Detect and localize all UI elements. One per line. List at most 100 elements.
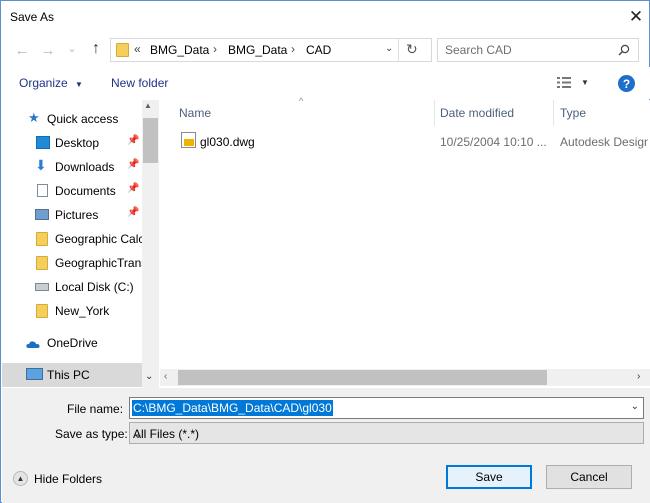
chevron-down-icon: ⌄ xyxy=(133,427,144,441)
chevron-down-icon: ⌄ xyxy=(67,42,77,55)
column-header-type[interactable]: Type xyxy=(560,106,586,120)
sidebar-item-label: This PC xyxy=(47,368,90,382)
file-type-cell: Autodesk Design xyxy=(560,135,648,149)
search-box[interactable]: Search CAD xyxy=(437,38,639,62)
folder-icon xyxy=(36,232,48,246)
arrow-up-icon: ↑ xyxy=(92,40,100,57)
sidebar-item-desktop[interactable]: Desktop 📌 xyxy=(2,131,142,155)
sidebar-item-label: Quick access xyxy=(47,112,119,126)
save-as-type-select[interactable]: All Files (*.*) ⌄ xyxy=(129,422,644,444)
help-button[interactable]: ? xyxy=(618,75,635,92)
window-title: Save As xyxy=(10,10,55,24)
scroll-left-icon[interactable]: ‹ xyxy=(164,371,167,382)
folder-icon xyxy=(36,256,48,270)
sidebar-item-onedrive[interactable]: OneDrive xyxy=(2,331,142,355)
divider xyxy=(398,39,399,61)
desktop-icon xyxy=(36,136,50,149)
arrow-right-icon: → xyxy=(40,41,56,59)
caret-down-icon: ▼ xyxy=(75,80,83,89)
chevron-right-icon: › xyxy=(213,42,217,56)
breadcrumb-overflow[interactable]: « xyxy=(134,42,141,56)
sidebar-item-geographic-calc[interactable]: Geographic Calc xyxy=(2,227,142,251)
file-list-scroll-thumb[interactable] xyxy=(178,370,547,385)
refresh-icon[interactable]: ↻ xyxy=(406,41,418,58)
up-button[interactable]: ↑ xyxy=(87,39,105,59)
breadcrumb-item[interactable]: BMG_Data xyxy=(228,43,287,57)
sidebar-item-label: Documents xyxy=(55,184,116,198)
breadcrumb-item[interactable]: CAD xyxy=(306,43,331,57)
sidebar-item-label: GeographicTrans xyxy=(55,256,142,270)
arrow-left-icon: ← xyxy=(14,41,30,59)
column-header-date[interactable]: Date modified xyxy=(440,106,514,120)
sidebar-item-label: Downloads xyxy=(55,160,115,174)
title-bar xyxy=(1,1,649,32)
drive-icon xyxy=(35,283,49,291)
sidebar-item-geographic-trans[interactable]: GeographicTrans xyxy=(2,251,142,275)
toolbar xyxy=(2,67,650,99)
sidebar-item-label: Pictures xyxy=(55,208,99,222)
close-icon: ✕ xyxy=(628,7,644,26)
sort-indicator-icon: ^ xyxy=(299,96,304,106)
scroll-right-icon[interactable]: › xyxy=(637,371,640,382)
chevron-right-icon: › xyxy=(291,42,295,56)
dwg-file-icon xyxy=(181,132,196,148)
computer-icon xyxy=(26,368,43,380)
column-divider[interactable] xyxy=(553,100,554,126)
file-name-label: File name: xyxy=(67,402,124,416)
organize-button[interactable]: Organize ▼ xyxy=(19,76,83,90)
recent-locations-button[interactable]: ⌄ xyxy=(65,38,79,58)
organize-label: Organize xyxy=(19,76,68,90)
pictures-icon xyxy=(35,209,49,220)
back-button[interactable]: ← xyxy=(13,40,31,60)
hide-folders-button[interactable]: ▲ Hide Folders xyxy=(13,471,102,486)
search-input[interactable]: Search CAD xyxy=(445,43,512,57)
file-name-cell: gl030.dwg xyxy=(200,135,255,149)
save-as-type-label: Save as type: xyxy=(55,427,128,441)
new-folder-button[interactable]: New folder xyxy=(111,76,168,90)
star-icon: ★ xyxy=(28,110,40,125)
chevron-down-icon[interactable]: ⌄ xyxy=(385,43,393,54)
navigation-pane: ★ Quick access Desktop 📌 ⬇ Downloads 📌 D… xyxy=(2,100,159,388)
save-as-dialog: Save As ✕ ← → ⌄ ↑ « BMG_Data › BMG_Data … xyxy=(0,0,650,503)
scroll-up-icon[interactable]: ▲ xyxy=(144,101,152,110)
pin-icon: 📌 xyxy=(127,135,140,146)
folder-icon xyxy=(36,304,48,318)
view-dropdown-icon[interactable]: ▼ xyxy=(581,78,589,87)
sidebar-item-local-disk[interactable]: Local Disk (C:) xyxy=(2,275,142,299)
pin-icon: 📌 xyxy=(127,183,140,194)
file-name-input[interactable]: C:\BMG_Data\BMG_Data\CAD\gl030 xyxy=(132,400,333,416)
sidebar-item-documents[interactable]: Documents 📌 xyxy=(2,179,142,203)
documents-icon xyxy=(37,184,48,197)
file-name-field[interactable]: C:\BMG_Data\BMG_Data\CAD\gl030 ⌄ xyxy=(129,397,644,419)
breadcrumb-item[interactable]: BMG_Data xyxy=(150,43,209,57)
pin-icon: 📌 xyxy=(127,159,140,170)
sidebar-scroll-thumb[interactable] xyxy=(143,118,158,163)
column-header-name[interactable]: Name xyxy=(179,106,211,120)
cancel-button[interactable]: Cancel xyxy=(546,465,632,489)
download-icon: ⬇ xyxy=(35,157,47,173)
file-date-cell: 10/25/2004 10:10 ... xyxy=(440,135,547,149)
pin-icon: 📌 xyxy=(127,207,140,218)
folder-icon xyxy=(116,43,129,57)
collapse-up-icon: ▲ xyxy=(13,471,28,486)
scroll-down-icon[interactable]: ⌄ xyxy=(145,371,153,382)
sidebar-item-downloads[interactable]: ⬇ Downloads 📌 xyxy=(2,155,142,179)
sidebar-item-label: Geographic Calc xyxy=(55,232,142,246)
chevron-down-icon[interactable]: ⌄ xyxy=(631,401,639,412)
sidebar-item-quick-access[interactable]: ★ Quick access xyxy=(2,107,142,131)
sidebar-item-this-pc[interactable]: This PC xyxy=(2,363,142,387)
address-bar[interactable]: « BMG_Data › BMG_Data › CAD ⌄ ↻ xyxy=(110,38,432,62)
column-divider[interactable] xyxy=(434,100,435,126)
sidebar-item-label: OneDrive xyxy=(47,336,98,350)
sidebar-item-new-york[interactable]: New_York xyxy=(2,299,142,323)
view-options-icon[interactable] xyxy=(557,77,571,88)
close-button[interactable]: ✕ xyxy=(621,3,650,31)
sidebar-item-pictures[interactable]: Pictures 📌 xyxy=(2,203,142,227)
search-icon xyxy=(618,44,630,56)
sidebar-item-label: Desktop xyxy=(55,136,100,150)
sidebar-item-label: Local Disk (C:) xyxy=(55,280,134,294)
save-button[interactable]: Save xyxy=(446,465,532,489)
forward-button[interactable]: → xyxy=(39,40,57,60)
cloud-icon xyxy=(26,341,40,348)
sidebar-item-label: New_York xyxy=(55,304,110,318)
